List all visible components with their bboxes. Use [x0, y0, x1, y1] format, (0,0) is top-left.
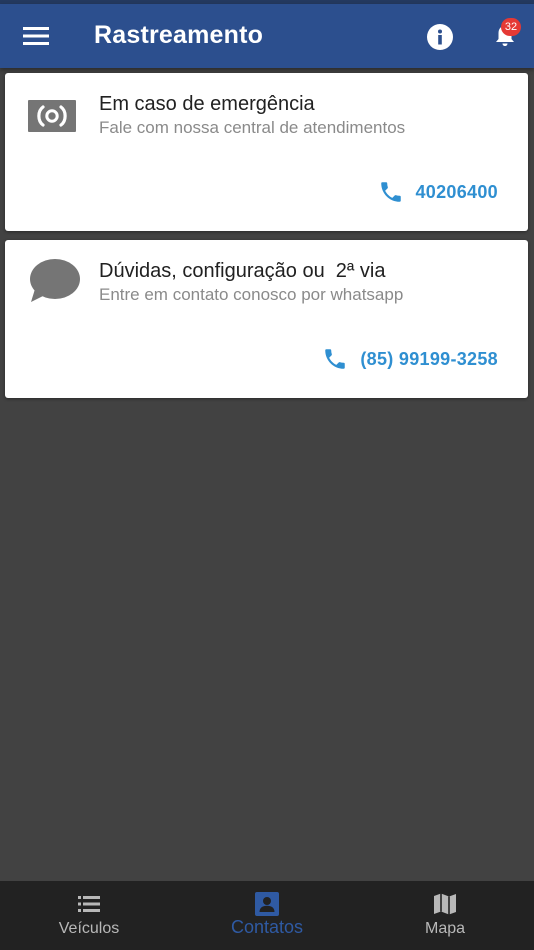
tab-label: Contatos	[230, 917, 304, 937]
phone-number: 40206400	[415, 182, 498, 202]
tab-label: Mapa	[424, 920, 466, 937]
card-title: Dúvidas, configuração ou 2ª via	[99, 260, 386, 282]
bottom-navigation: Veículos Contatos Mapa	[0, 881, 534, 950]
tab-label: Veículos	[58, 920, 120, 937]
whatsapp-phone-link[interactable]: (85) 99199-3258	[322, 346, 498, 372]
info-circle-icon	[427, 24, 453, 50]
page-title: Rastreamento	[94, 21, 264, 49]
menu-button[interactable]	[22, 24, 50, 48]
app-bar: Rastreamento 32	[0, 4, 534, 68]
notification-badge: 32	[501, 18, 521, 36]
emergency-phone-link[interactable]: 40206400	[378, 179, 499, 205]
chat-bubble-icon	[30, 259, 80, 302]
phone-icon	[325, 349, 346, 369]
tab-mapa[interactable]: Mapa	[356, 881, 534, 950]
contact-card-icon	[255, 892, 279, 916]
card-subtitle: Entre em contato conosco por whatsapp	[99, 285, 404, 304]
phone-icon	[380, 182, 401, 202]
card-title: Em caso de emergência	[99, 93, 315, 115]
map-icon	[434, 893, 456, 915]
tab-veiculos[interactable]: Veículos	[0, 881, 178, 950]
list-icon	[78, 896, 100, 912]
whatsapp-contact-card: Dúvidas, configuração ou 2ª via Entre em…	[5, 240, 528, 398]
hamburger-menu-icon	[23, 27, 49, 45]
broadcast-signal-icon	[28, 100, 76, 132]
emergency-contact-card: Em caso de emergência Fale com nossa cen…	[5, 73, 528, 231]
tab-contatos[interactable]: Contatos	[178, 881, 356, 950]
phone-number: (85) 99199-3258	[360, 349, 498, 369]
card-subtitle: Fale com nossa central de atendimentos	[99, 118, 406, 137]
info-button[interactable]	[426, 23, 454, 51]
